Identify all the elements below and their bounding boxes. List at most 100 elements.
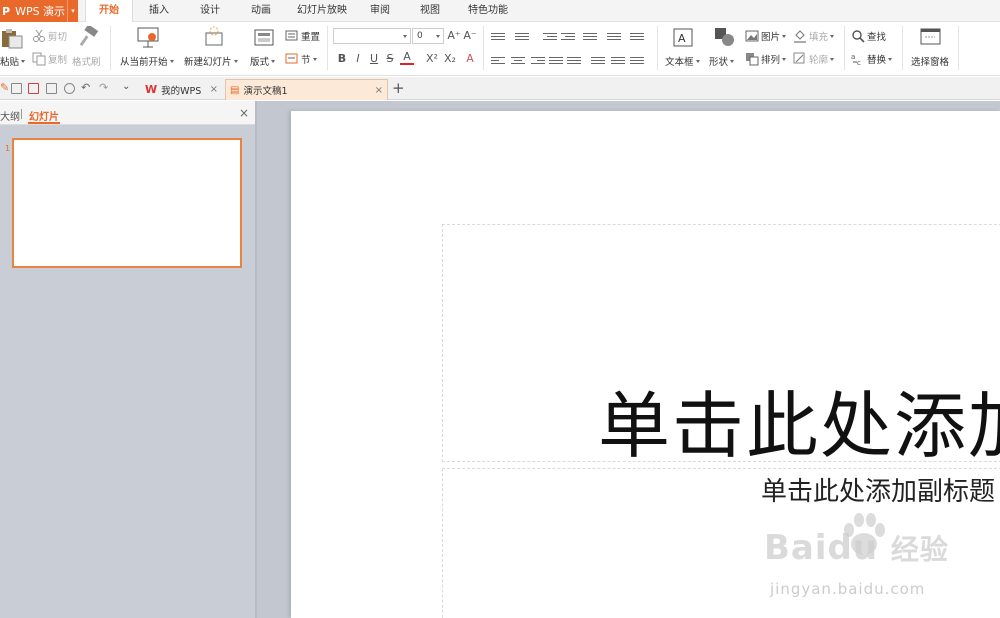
reset-button[interactable]: 重置 (285, 29, 320, 43)
shrink-font-button[interactable]: A⁻ (463, 29, 477, 42)
watermark-brand-cn: 经验 (890, 533, 949, 566)
tab-design[interactable]: 设计 (192, 0, 228, 22)
new-tab-plus-icon[interactable]: + (392, 79, 405, 97)
tab-insert[interactable]: 插入 (141, 0, 177, 22)
print-preview-icon[interactable] (64, 83, 75, 94)
play-from-current-button[interactable]: 从当前开始 (120, 54, 174, 68)
export-pdf-icon[interactable] (28, 83, 39, 94)
replace-button[interactable]: ac 替换 (851, 52, 893, 67)
copy-icon (32, 52, 46, 66)
app-logo-letter: P (2, 4, 11, 18)
new-slide-icon[interactable] (202, 26, 226, 48)
find-button[interactable]: 查找 (851, 29, 886, 43)
strikethrough-button[interactable]: S (383, 52, 397, 65)
tab-review[interactable]: 审阅 (362, 0, 398, 22)
picture-button[interactable]: 图片 (745, 29, 787, 43)
fill-button[interactable]: 填充 (793, 29, 835, 43)
section-icon (285, 52, 299, 66)
close-icon[interactable]: × (210, 84, 218, 95)
find-label: 查找 (867, 32, 887, 43)
align-center-icon[interactable] (511, 55, 525, 65)
close-icon[interactable]: × (375, 85, 383, 96)
textbox-button[interactable]: 文本框 (665, 54, 700, 68)
wps-logo-icon: W (145, 83, 158, 96)
reset-icon (285, 29, 299, 43)
copy-button[interactable]: 复制 (32, 52, 67, 66)
pin-icon[interactable]: ✎ (0, 81, 9, 94)
close-panel-icon[interactable]: × (239, 106, 249, 120)
document-tab-bar: ✎ ↶ ↷ ⌄ W 我的WPS × ▤ 演示文稿1 × + (0, 77, 1000, 100)
tab-slides[interactable]: 幻灯片 (29, 108, 59, 123)
font-color-button[interactable]: A (400, 51, 414, 65)
align-right-icon[interactable] (531, 55, 545, 65)
format-painter-label[interactable]: 格式刷 (72, 54, 101, 68)
underline-button[interactable]: U (367, 52, 381, 65)
grow-font-button[interactable]: A⁺ (447, 29, 461, 42)
align-left-icon[interactable] (491, 55, 505, 65)
clear-format-button[interactable]: A (463, 52, 477, 65)
format-painter-icon[interactable] (77, 24, 101, 48)
doc-tab-my-wps[interactable]: W 我的WPS × (141, 79, 222, 100)
font-size-combo[interactable]: 0 (412, 28, 444, 44)
title-placeholder-text: 单击此处添加标题 (598, 384, 1000, 462)
watermark-url: jingyan.baidu.com (770, 580, 926, 598)
play-from-current-icon[interactable] (137, 26, 161, 48)
text-direction-icon[interactable] (583, 31, 597, 41)
bold-button[interactable]: B (335, 52, 349, 65)
selection-pane-icon[interactable] (919, 27, 943, 49)
distributed-icon[interactable] (567, 55, 581, 65)
customize-quick-access-icon[interactable]: ⌄ (122, 81, 130, 92)
arrange-icon (745, 52, 759, 66)
line-spacing-icon[interactable] (607, 31, 621, 41)
tab-slideshow[interactable]: 幻灯片放映 (290, 0, 354, 22)
app-menu-button[interactable]: P WPS 演示 ▾ (0, 0, 78, 22)
layout-button[interactable]: 版式 (250, 54, 276, 68)
outline-button[interactable]: 轮廓 (793, 52, 835, 66)
shape-label: 形状 (709, 57, 729, 68)
tab-outline[interactable]: 大纲 (0, 108, 20, 123)
undo-icon[interactable]: ↶ (81, 81, 90, 94)
font-name-combo[interactable] (333, 28, 411, 44)
text-align-icon[interactable] (630, 31, 644, 41)
paste-button[interactable]: 粘贴 (0, 54, 26, 68)
new-slide-button[interactable]: 新建幻灯片 (184, 54, 238, 68)
section-button[interactable]: 节 (285, 52, 317, 66)
tab-home[interactable]: 开始 (85, 0, 133, 23)
replace-icon: ac (851, 52, 865, 67)
smartart-icon[interactable] (630, 55, 644, 65)
shape-icon[interactable] (713, 26, 737, 48)
superscript-button[interactable]: X² (424, 52, 440, 65)
paragraph-spacing-icon[interactable] (591, 55, 605, 65)
justify-icon[interactable] (549, 55, 563, 65)
columns-icon[interactable] (611, 55, 625, 65)
doc-tab-presentation[interactable]: ▤ 演示文稿1 × (225, 79, 388, 100)
title-placeholder[interactable]: 单击此处添加标题 (442, 224, 1000, 462)
paste-icon[interactable] (0, 27, 24, 49)
arrange-label: 排列 (761, 55, 781, 66)
shape-button[interactable]: 形状 (709, 54, 735, 68)
print-icon[interactable] (46, 83, 57, 94)
layout-icon[interactable] (253, 27, 277, 49)
redo-icon[interactable]: ↷ (99, 81, 108, 94)
cut-button[interactable]: 剪切 (32, 29, 67, 43)
slides-panel-header: 大纲 幻灯片 × (0, 101, 255, 125)
selection-pane-label[interactable]: 选择窗格 (911, 54, 949, 68)
bullet-list-icon[interactable] (491, 31, 505, 41)
save-icon[interactable] (11, 83, 22, 94)
increase-indent-icon[interactable] (561, 31, 575, 41)
italic-button[interactable]: I (351, 52, 365, 65)
cut-label: 剪切 (48, 32, 68, 43)
copy-label: 复制 (48, 55, 68, 66)
tab-view[interactable]: 视图 (412, 0, 448, 22)
search-icon (851, 29, 865, 43)
numbered-list-icon[interactable] (515, 31, 529, 41)
decrease-indent-icon[interactable] (543, 31, 557, 41)
baidu-watermark: Baidu 经验 jingyan.baidu.com (764, 510, 1000, 618)
arrange-button[interactable]: 排列 (745, 52, 787, 66)
textbox-icon[interactable]: A (672, 27, 696, 49)
subscript-button[interactable]: X₂ (442, 52, 458, 65)
slide-thumbnail[interactable] (12, 138, 242, 268)
tab-animation[interactable]: 动画 (243, 0, 279, 22)
tab-special-features[interactable]: 特色功能 (458, 0, 518, 22)
app-menu-dropdown-icon[interactable]: ▾ (67, 0, 78, 22)
